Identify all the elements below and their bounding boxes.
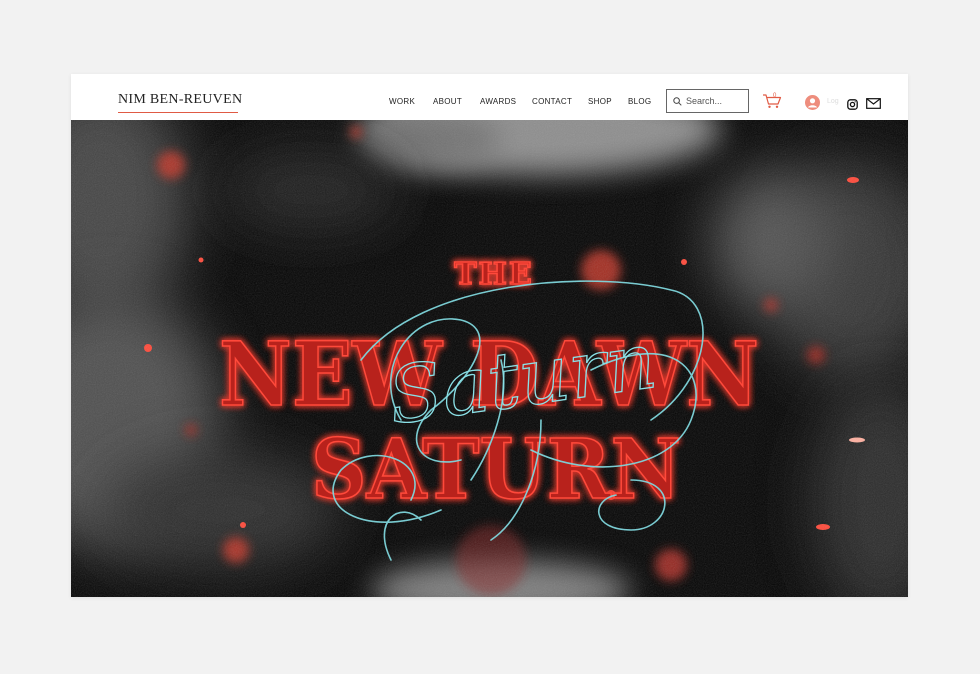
site-header: NIM BEN-REUVEN WORK ABOUT AWARDS CONTACT… [71, 74, 908, 120]
nav-contact[interactable]: CONTACT [532, 97, 572, 106]
hero-artwork: THE NEW DAWN SATURN Saturn [71, 120, 908, 597]
cart-icon[interactable] [762, 93, 782, 109]
nav-blog[interactable]: BLOG [628, 97, 651, 106]
avatar-icon[interactable] [805, 95, 820, 110]
cart-count: 0 [773, 93, 777, 99]
page-frame: NIM BEN-REUVEN WORK ABOUT AWARDS CONTACT… [71, 74, 908, 597]
mail-icon[interactable] [866, 98, 881, 109]
nav-awards[interactable]: AWARDS [480, 97, 516, 106]
hero-title-saturn: SATURN [311, 422, 681, 518]
hero-title-the: THE [454, 257, 534, 292]
search-box[interactable] [666, 89, 749, 113]
nav-shop[interactable]: SHOP [588, 97, 612, 106]
search-icon [673, 97, 682, 106]
search-input[interactable] [686, 93, 744, 109]
login-label[interactable]: Log [827, 98, 839, 105]
nav-work[interactable]: WORK [389, 97, 415, 106]
nav-about[interactable]: ABOUT [433, 97, 462, 106]
instagram-icon[interactable] [847, 99, 858, 110]
site-logo[interactable]: NIM BEN-REUVEN [118, 92, 242, 108]
hero-banner: THE NEW DAWN SATURN Saturn [71, 120, 908, 597]
logo-underline [118, 112, 238, 113]
